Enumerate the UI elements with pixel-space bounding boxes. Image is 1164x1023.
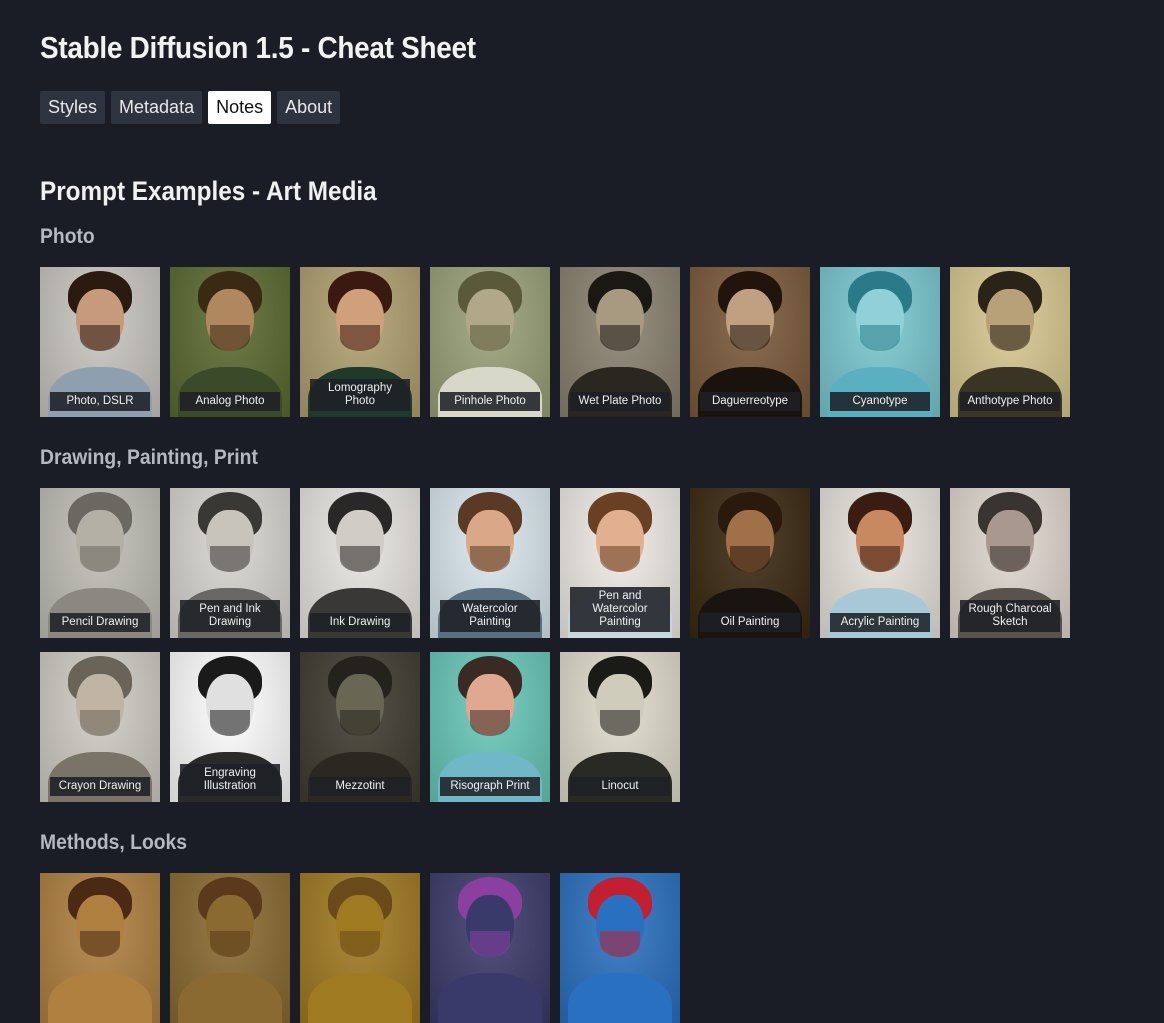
thumbnail-caption: Photo, DSLR xyxy=(50,392,150,411)
thumbnail-caption: Acrylic Painting xyxy=(830,613,930,632)
style-thumbnail[interactable]: Acrylic Painting xyxy=(820,488,940,638)
portrait-image xyxy=(560,873,680,1023)
style-thumbnail[interactable]: Daguerreotype xyxy=(690,267,810,417)
style-thumbnail[interactable]: Risograph Print xyxy=(430,652,550,802)
grid-photo: Photo, DSLR Analog Photo Lomography Photo P… xyxy=(40,267,1070,417)
style-thumbnail[interactable]: Watercolor Painting xyxy=(430,488,550,638)
style-thumbnail[interactable]: Analog Photo xyxy=(170,267,290,417)
style-thumbnail[interactable]: Ink Drawing xyxy=(300,488,420,638)
tab-styles[interactable]: Styles xyxy=(40,91,106,124)
thumbnail-caption: Daguerreotype xyxy=(700,392,800,411)
category-title-drawing: Drawing, Painting, Print xyxy=(40,446,258,469)
style-thumbnail[interactable] xyxy=(170,873,290,1023)
tab-about[interactable]: About xyxy=(277,91,341,124)
tab-metadata[interactable]: Metadata xyxy=(111,91,203,124)
thumbnail-caption: Analog Photo xyxy=(180,392,280,411)
thumbnail-caption: Pencil Drawing xyxy=(50,613,150,632)
thumbnail-caption: Wet Plate Photo xyxy=(570,392,670,411)
portrait-image xyxy=(40,873,160,1023)
portrait-image xyxy=(300,873,420,1023)
section-title: Prompt Examples - Art Media xyxy=(40,176,377,206)
style-thumbnail[interactable]: Pen and Watercolor Painting xyxy=(560,488,680,638)
style-thumbnail[interactable]: Cyanotype xyxy=(820,267,940,417)
thumbnail-caption: Lomography Photo xyxy=(310,379,410,411)
thumbnail-caption: Rough Charcoal Sketch xyxy=(960,600,1060,632)
style-thumbnail[interactable]: Wet Plate Photo xyxy=(560,267,680,417)
style-thumbnail[interactable]: Oil Painting xyxy=(690,488,810,638)
thumbnail-caption: Mezzotint xyxy=(310,777,410,796)
style-thumbnail[interactable]: Anthotype Photo xyxy=(950,267,1070,417)
style-thumbnail[interactable]: Rough Charcoal Sketch xyxy=(950,488,1070,638)
style-thumbnail[interactable]: Photo, DSLR xyxy=(40,267,160,417)
portrait-image xyxy=(170,873,290,1023)
style-thumbnail[interactable] xyxy=(300,873,420,1023)
category-title-photo: Photo xyxy=(40,225,95,248)
thumbnail-caption: Pen and Ink Drawing xyxy=(180,600,280,632)
page-title: Stable Diffusion 1.5 - Cheat Sheet xyxy=(40,30,476,65)
grid-methods xyxy=(40,873,680,1023)
thumbnail-caption: Oil Painting xyxy=(700,613,800,632)
grid-drawing-row2: Crayon Drawing Engraving Illustration Mezz… xyxy=(40,652,680,802)
thumbnail-caption: Anthotype Photo xyxy=(960,392,1060,411)
nav-tabs: Styles Metadata Notes About xyxy=(40,91,341,124)
thumbnail-caption: Crayon Drawing xyxy=(50,777,150,796)
category-title-methods: Methods, Looks xyxy=(40,831,188,854)
thumbnail-caption: Risograph Print xyxy=(440,777,540,796)
style-thumbnail[interactable]: Lomography Photo xyxy=(300,267,420,417)
thumbnail-caption: Watercolor Painting xyxy=(440,600,540,632)
portrait-image xyxy=(430,873,550,1023)
thumbnail-caption: Pen and Watercolor Painting xyxy=(570,587,670,632)
thumbnail-caption: Linocut xyxy=(570,777,670,796)
style-thumbnail[interactable] xyxy=(560,873,680,1023)
style-thumbnail[interactable]: Crayon Drawing xyxy=(40,652,160,802)
style-thumbnail[interactable]: Pen and Ink Drawing xyxy=(170,488,290,638)
grid-drawing-row1: Pencil Drawing Pen and Ink Drawing Ink Dra… xyxy=(40,488,1070,638)
thumbnail-caption: Pinhole Photo xyxy=(440,392,540,411)
style-thumbnail[interactable] xyxy=(40,873,160,1023)
style-thumbnail[interactable]: Engraving Illustration xyxy=(170,652,290,802)
style-thumbnail[interactable]: Mezzotint xyxy=(300,652,420,802)
thumbnail-caption: Cyanotype xyxy=(830,392,930,411)
style-thumbnail[interactable]: Pencil Drawing xyxy=(40,488,160,638)
style-thumbnail[interactable]: Linocut xyxy=(560,652,680,802)
tab-notes[interactable]: Notes xyxy=(208,91,272,124)
thumbnail-caption: Ink Drawing xyxy=(310,613,410,632)
style-thumbnail[interactable]: Pinhole Photo xyxy=(430,267,550,417)
thumbnail-caption: Engraving Illustration xyxy=(180,764,280,796)
style-thumbnail[interactable] xyxy=(430,873,550,1023)
